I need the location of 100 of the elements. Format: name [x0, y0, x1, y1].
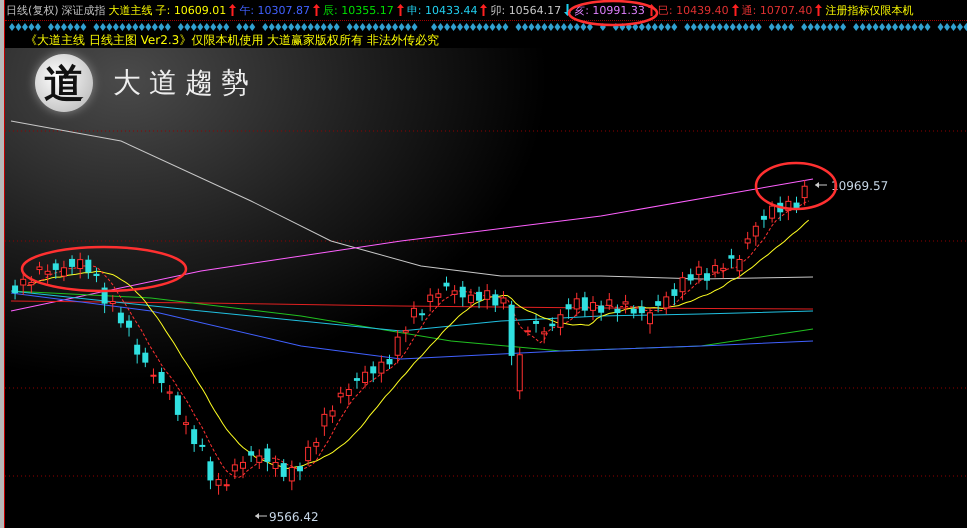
candlestick: [476, 286, 482, 309]
candlestick: [802, 180, 808, 206]
candlestick: [224, 478, 230, 492]
candlestick: [126, 314, 132, 338]
candlestick: [712, 258, 718, 278]
candlestick: [655, 294, 662, 313]
candlestick: [321, 407, 328, 436]
candlestick: [524, 326, 531, 336]
candlestick: [688, 268, 694, 285]
candlestick: [386, 354, 392, 370]
candlestick: [288, 460, 295, 491]
candlestick: [500, 290, 506, 310]
indicator-name: 大道主线: [108, 2, 153, 18]
leader-line: [814, 182, 828, 188]
chart-subtitle: 《大道主线 日线主图 Ver2.3》仅限本机使用 大道赢家版权所有 非法外传必究: [25, 32, 439, 48]
candlestick: [516, 347, 523, 400]
candlestick: [647, 308, 653, 334]
candlestick: [566, 298, 572, 320]
candlestick: [240, 456, 246, 479]
candlestick: [118, 306, 124, 328]
candlestick: [590, 296, 596, 321]
candlestick: [444, 276, 450, 292]
candlestick: [630, 304, 637, 319]
candlestick: [769, 200, 776, 224]
candlestick: [484, 284, 490, 310]
index-name: 深证成指: [62, 2, 106, 18]
indicator-reading: 巳: 10439.40: [658, 2, 729, 18]
candlestick: [574, 292, 580, 316]
candlestick: [36, 261, 42, 275]
candlestick: [150, 368, 156, 384]
candlestick: [20, 273, 26, 296]
candlestick: [85, 254, 92, 280]
candlestick: [508, 300, 515, 366]
candlestick: [362, 365, 368, 388]
candlestick: [305, 440, 312, 466]
candlestick: [533, 314, 540, 334]
candlestick: [338, 386, 344, 404]
candlestick: [720, 262, 726, 279]
indicator-reading: 申: 10433.44: [406, 2, 478, 18]
candlestick: [663, 291, 670, 315]
candlestick: [460, 280, 466, 307]
candlestick: [272, 455, 279, 478]
leader-line: [254, 513, 268, 519]
candlestick: [216, 472, 222, 496]
indicator-reading: 辰: 10355.17: [323, 2, 394, 18]
candlestick: [427, 288, 434, 312]
candlestick: [419, 308, 426, 322]
candlestick: [142, 347, 148, 368]
candlestick: [606, 292, 612, 310]
candlestick: [549, 316, 556, 332]
period-label: 日线(复权): [6, 2, 59, 18]
candlestick: [794, 196, 800, 214]
candlestick: [174, 391, 181, 422]
candlestick: [183, 415, 189, 435]
candlestick: [69, 254, 76, 276]
candlestick: [28, 275, 34, 294]
candlestick: [622, 294, 629, 314]
candlestick: [557, 308, 564, 336]
candlestick: [346, 383, 352, 406]
candlestick: [410, 300, 417, 324]
candlestick: [248, 446, 254, 462]
candlestick: [77, 252, 84, 279]
candlestick: [378, 354, 384, 384]
candlestick: [728, 248, 734, 269]
notice-text: 注册指标仅限本机: [825, 2, 914, 18]
candlestick: [785, 195, 792, 221]
candlestick: [330, 404, 336, 424]
candlestick: [402, 326, 409, 343]
candlestick: [704, 268, 710, 290]
low-price-label: 9566.42: [269, 510, 319, 524]
candlestick: [264, 443, 270, 472]
candlestick: [452, 284, 458, 304]
candlestick: [760, 208, 767, 228]
candlestick: [370, 360, 376, 383]
candlestick: [191, 424, 198, 452]
indicator-reading: 通: 10707.40: [742, 2, 812, 18]
candlestick: [394, 330, 401, 364]
candlestick: [199, 438, 206, 452]
candlestick: [110, 294, 116, 312]
candlestick: [354, 372, 360, 390]
candlestick: [752, 222, 759, 246]
candlestick: [207, 456, 214, 490]
candlestick: [468, 288, 474, 308]
candlestick: [598, 300, 604, 322]
candlestick: [680, 271, 686, 301]
candlestick: [435, 288, 442, 306]
indicator-reading: 子: 10609.01: [156, 2, 226, 18]
candlestick: [12, 279, 18, 300]
candlestick: [614, 304, 620, 322]
candlestick: [134, 338, 140, 364]
candlestick: [296, 462, 303, 481]
indicator-reading: 午: 10307.87: [239, 2, 310, 18]
candlestick: [313, 437, 320, 455]
candlestick: [60, 260, 67, 282]
candlestick: [492, 289, 498, 312]
candlestick: [541, 326, 548, 344]
candlestick: [158, 367, 165, 393]
candlestick: [696, 260, 702, 284]
indicator-reading: 卯: 10564.17: [490, 2, 562, 18]
candlestick: [232, 458, 238, 480]
